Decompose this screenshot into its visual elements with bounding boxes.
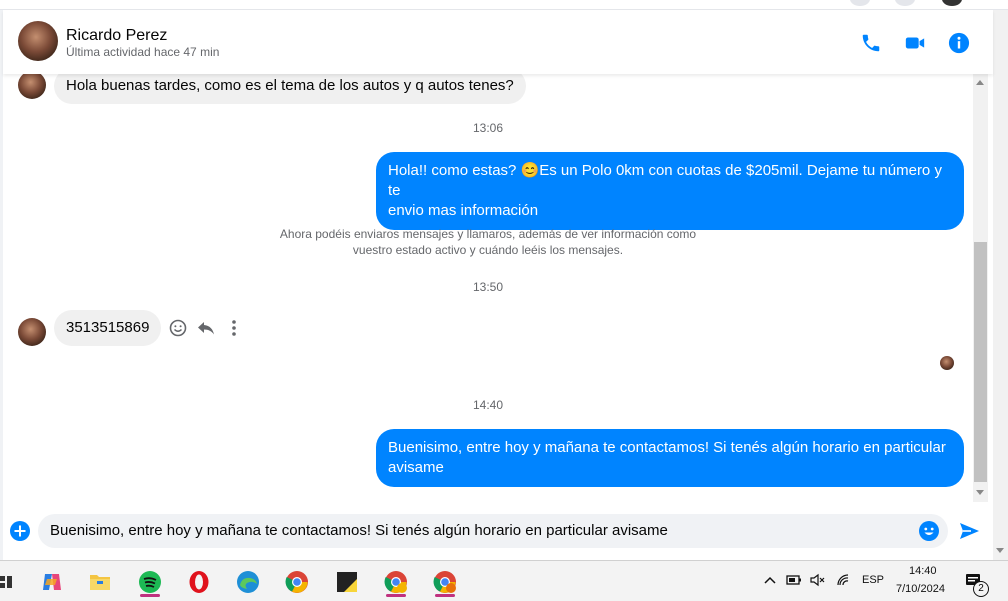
page-scroll-down-arrow[interactable]: [996, 548, 1004, 553]
widgets-icon[interactable]: [0, 566, 24, 598]
scrollbar-thumb[interactable]: [974, 242, 987, 482]
message-input-text: Buenisimo, entre hoy y mañana te contact…: [50, 522, 668, 539]
battery-icon[interactable]: [786, 573, 802, 587]
contact-avatar-small[interactable]: [18, 74, 46, 99]
file-explorer-icon[interactable]: [82, 566, 118, 598]
incoming-message[interactable]: 3513515869: [54, 310, 162, 346]
opera-icon[interactable]: [181, 566, 217, 598]
message-text-line: avisame: [388, 459, 444, 476]
message-text-line: envio mas información: [388, 202, 539, 219]
chrome-profile-icon[interactable]: [427, 566, 463, 598]
add-icon[interactable]: [9, 520, 31, 542]
copilot-icon[interactable]: [34, 566, 70, 598]
info-icon[interactable]: [948, 32, 970, 54]
outgoing-message[interactable]: Hola!! como estas? 😊Es un Polo 0km con c…: [376, 152, 964, 230]
message-text: 3513515869: [66, 319, 150, 336]
contact-avatar-small[interactable]: [18, 318, 46, 346]
reply-icon[interactable]: [196, 318, 216, 338]
language-indicator[interactable]: ESP: [862, 574, 884, 586]
top-strip-avatar[interactable]: [942, 0, 962, 6]
message-text-line: Hola!! como estas? 😊Es un Polo 0km con c…: [388, 162, 942, 199]
message-list[interactable]: Hola buenas tardes, como es el tema de l…: [3, 74, 973, 502]
clock-time[interactable]: 14:40: [909, 565, 937, 577]
read-receipt-avatar: [940, 356, 954, 370]
wifi-icon[interactable]: [836, 573, 852, 587]
notice-line: vuestro estado activo y cuándo leéis los…: [352, 243, 624, 257]
message-scrollbar[interactable]: [973, 74, 988, 502]
window-top-strip: [0, 0, 1008, 10]
volume-muted-icon[interactable]: [810, 573, 826, 587]
top-strip-icon[interactable]: [850, 0, 870, 6]
timestamp: 13:06: [472, 121, 504, 135]
emoji-icon[interactable]: [918, 520, 940, 542]
system-notice: Ahora podéis enviaros mensajes y llamaro…: [238, 226, 738, 258]
edge-icon[interactable]: [230, 566, 266, 598]
windows-taskbar: ESP 14:40 7/10/2024 2: [0, 560, 1008, 601]
chrome-profile-icon[interactable]: [378, 566, 414, 598]
more-icon[interactable]: [224, 318, 244, 338]
spotify-icon[interactable]: [132, 566, 168, 598]
running-indicator: [435, 594, 455, 597]
send-icon[interactable]: [958, 520, 980, 542]
message-text-line: Buenisimo, entre hoy y mañana te contact…: [388, 439, 946, 456]
chrome-icon[interactable]: [279, 566, 315, 598]
clock-date[interactable]: 7/10/2024: [896, 583, 945, 595]
chevron-up-icon[interactable]: [764, 575, 776, 585]
sticky-notes-icon[interactable]: [329, 566, 365, 598]
emoji-react-icon[interactable]: [168, 318, 188, 338]
timestamp: 13:50: [472, 280, 504, 294]
running-indicator: [386, 594, 406, 597]
message-text: Hola buenas tardes, como es el tema de l…: [66, 77, 514, 94]
message-composer: Buenisimo, entre hoy y mañana te contact…: [3, 502, 993, 560]
conversation-header: Ricardo Perez Última actividad hace 47 m…: [3, 10, 993, 74]
contact-status: Última actividad hace 47 min: [66, 45, 220, 59]
scroll-down-arrow[interactable]: [976, 490, 984, 495]
incoming-message[interactable]: Hola buenas tardes, como es el tema de l…: [54, 74, 526, 104]
running-indicator: [140, 594, 160, 597]
video-icon[interactable]: [904, 32, 926, 54]
message-input[interactable]: Buenisimo, entre hoy y mañana te contact…: [38, 514, 948, 548]
page-scrollbar[interactable]: [993, 10, 1008, 560]
phone-icon[interactable]: [860, 32, 882, 54]
contact-name[interactable]: Ricardo Perez: [66, 27, 167, 45]
notice-line: Ahora podéis enviaros mensajes y llamaro…: [279, 227, 697, 241]
scroll-up-arrow[interactable]: [976, 80, 984, 85]
top-strip-icon[interactable]: [895, 0, 915, 6]
outgoing-message[interactable]: Buenisimo, entre hoy y mañana te contact…: [376, 429, 964, 487]
timestamp: 14:40: [472, 398, 504, 412]
messenger-window: Ricardo Perez Última actividad hace 47 m…: [0, 0, 1008, 601]
contact-avatar[interactable]: [18, 21, 58, 61]
notification-count-badge: 2: [973, 581, 989, 597]
